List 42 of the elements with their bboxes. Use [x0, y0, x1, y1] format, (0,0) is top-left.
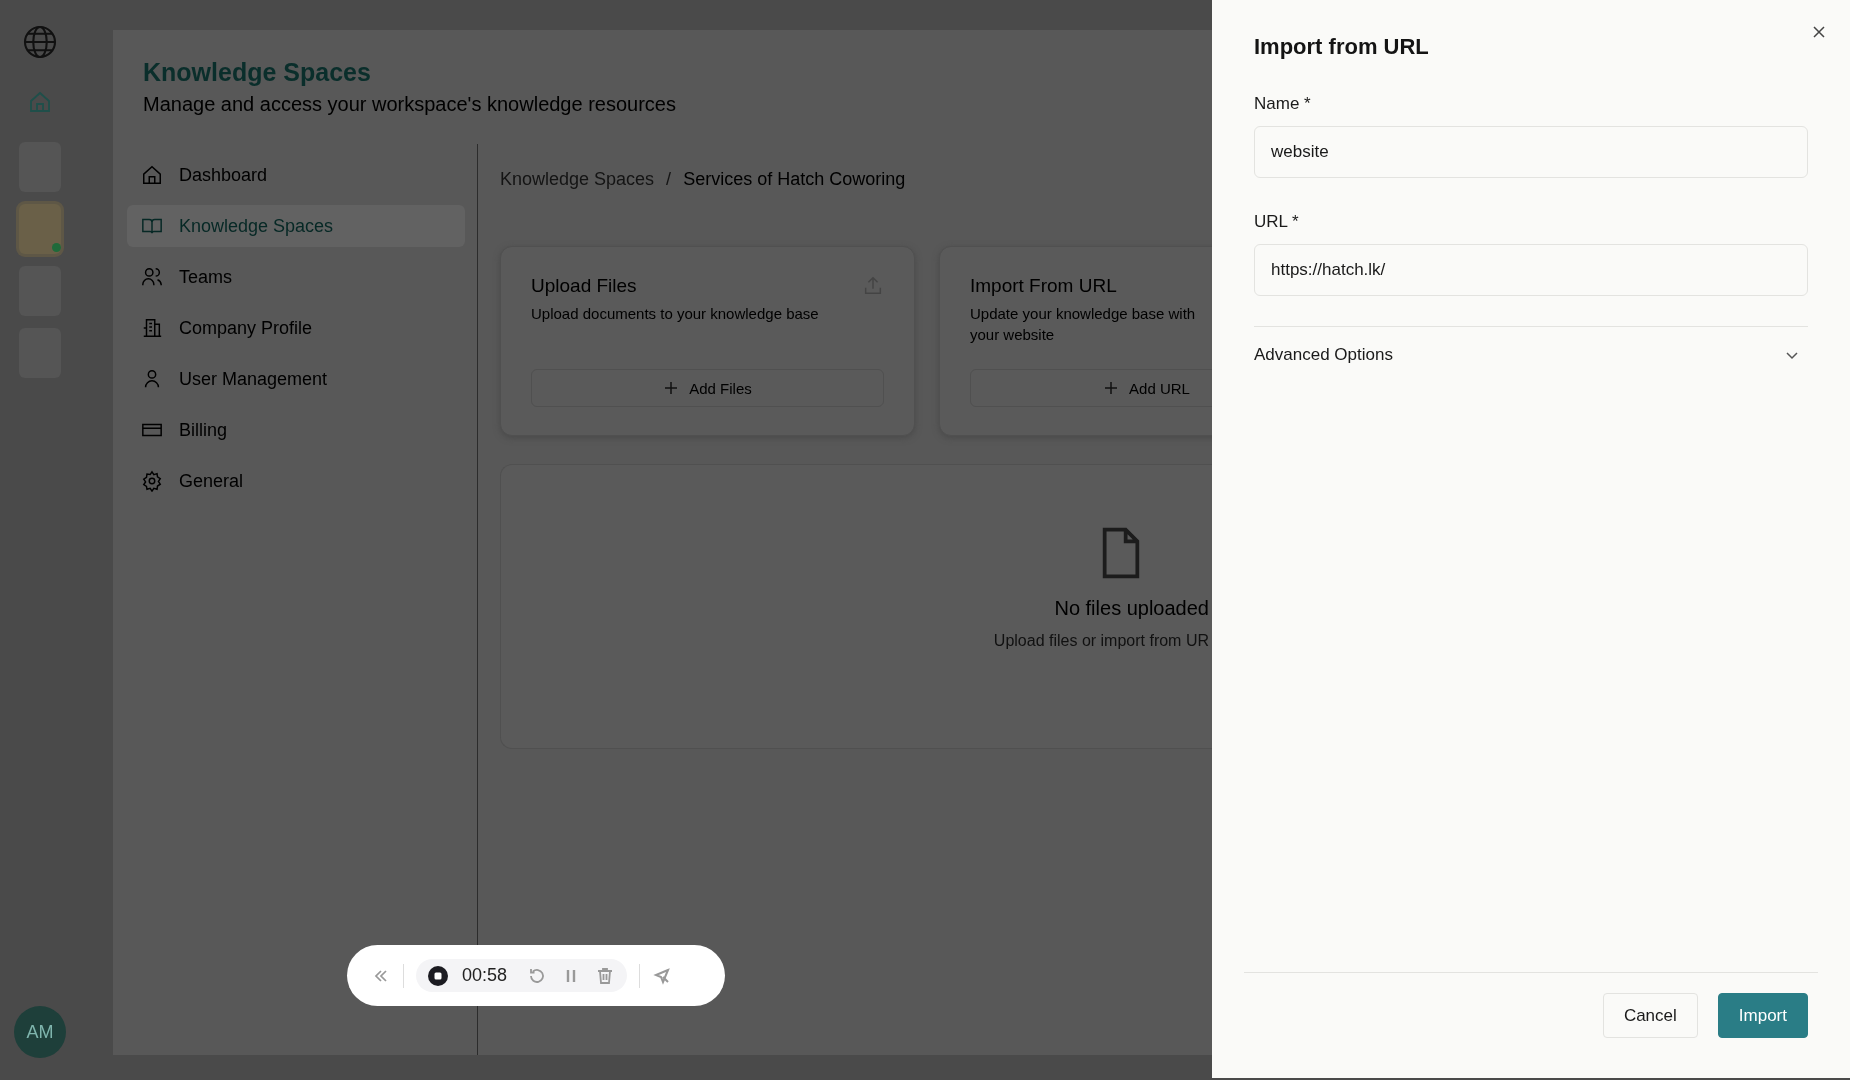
nav-item[interactable]: Company Profile: [127, 307, 465, 349]
page-subtitle: Manage and access your workspace's knowledge resources: [143, 93, 676, 116]
globe-logo-icon: [22, 24, 58, 60]
card-title: Import From URL: [970, 275, 1117, 297]
nav-item[interactable]: Dashboard: [127, 154, 465, 196]
home-icon: [141, 164, 163, 186]
add-button[interactable]: Add Files: [531, 369, 884, 407]
user-avatar[interactable]: AM: [14, 1006, 66, 1058]
advanced-options-toggle[interactable]: Advanced Options: [1254, 326, 1808, 365]
online-status-dot: [52, 243, 61, 252]
drawer-title: Import from URL: [1254, 34, 1429, 60]
card-description: your website: [970, 325, 1056, 345]
breadcrumb-item: Services of Hatch Coworing: [683, 168, 906, 190]
people-icon: [141, 266, 163, 288]
breadcrumb-separator: /: [666, 168, 672, 190]
import-button[interactable]: Import: [1717, 993, 1808, 1038]
nav-item[interactable]: Teams: [127, 256, 465, 298]
nav-item[interactable]: General: [127, 460, 465, 502]
cursor-icon[interactable]: [652, 965, 673, 986]
card-description: Update your knowledge base with: [970, 304, 1197, 324]
nav-item[interactable]: Billing: [127, 409, 465, 451]
empty-hint: Upload files or import from UR: [993, 632, 1209, 650]
breadcrumb-item[interactable]: Knowledge Spaces: [500, 168, 655, 190]
gear-icon: [141, 470, 163, 492]
page-title: Knowledge Spaces: [143, 58, 371, 87]
stop-icon[interactable]: [428, 965, 448, 986]
input-field[interactable]: https://hatch.lk/: [1254, 244, 1808, 296]
card-description: Upload documents to your knowledge base: [531, 304, 820, 324]
field-label: URL *: [1254, 212, 1300, 232]
nav-item[interactable]: User Management: [127, 358, 465, 400]
plus-icon: [663, 380, 680, 396]
add-button[interactable]: Add URL: [970, 369, 1213, 407]
card-title: Upload Files: [531, 275, 637, 297]
close-icon: [1811, 24, 1827, 40]
nav-item[interactable]: Knowledge Spaces: [127, 205, 465, 247]
field-label: Name *: [1254, 94, 1312, 114]
recording-time: 00:58: [462, 965, 508, 986]
empty-title: No files uploaded: [1054, 597, 1209, 620]
building-icon: [141, 317, 163, 339]
cancel-button[interactable]: Cancel: [1602, 993, 1698, 1038]
input-field[interactable]: website: [1254, 126, 1808, 178]
plus-icon: [1103, 380, 1120, 396]
